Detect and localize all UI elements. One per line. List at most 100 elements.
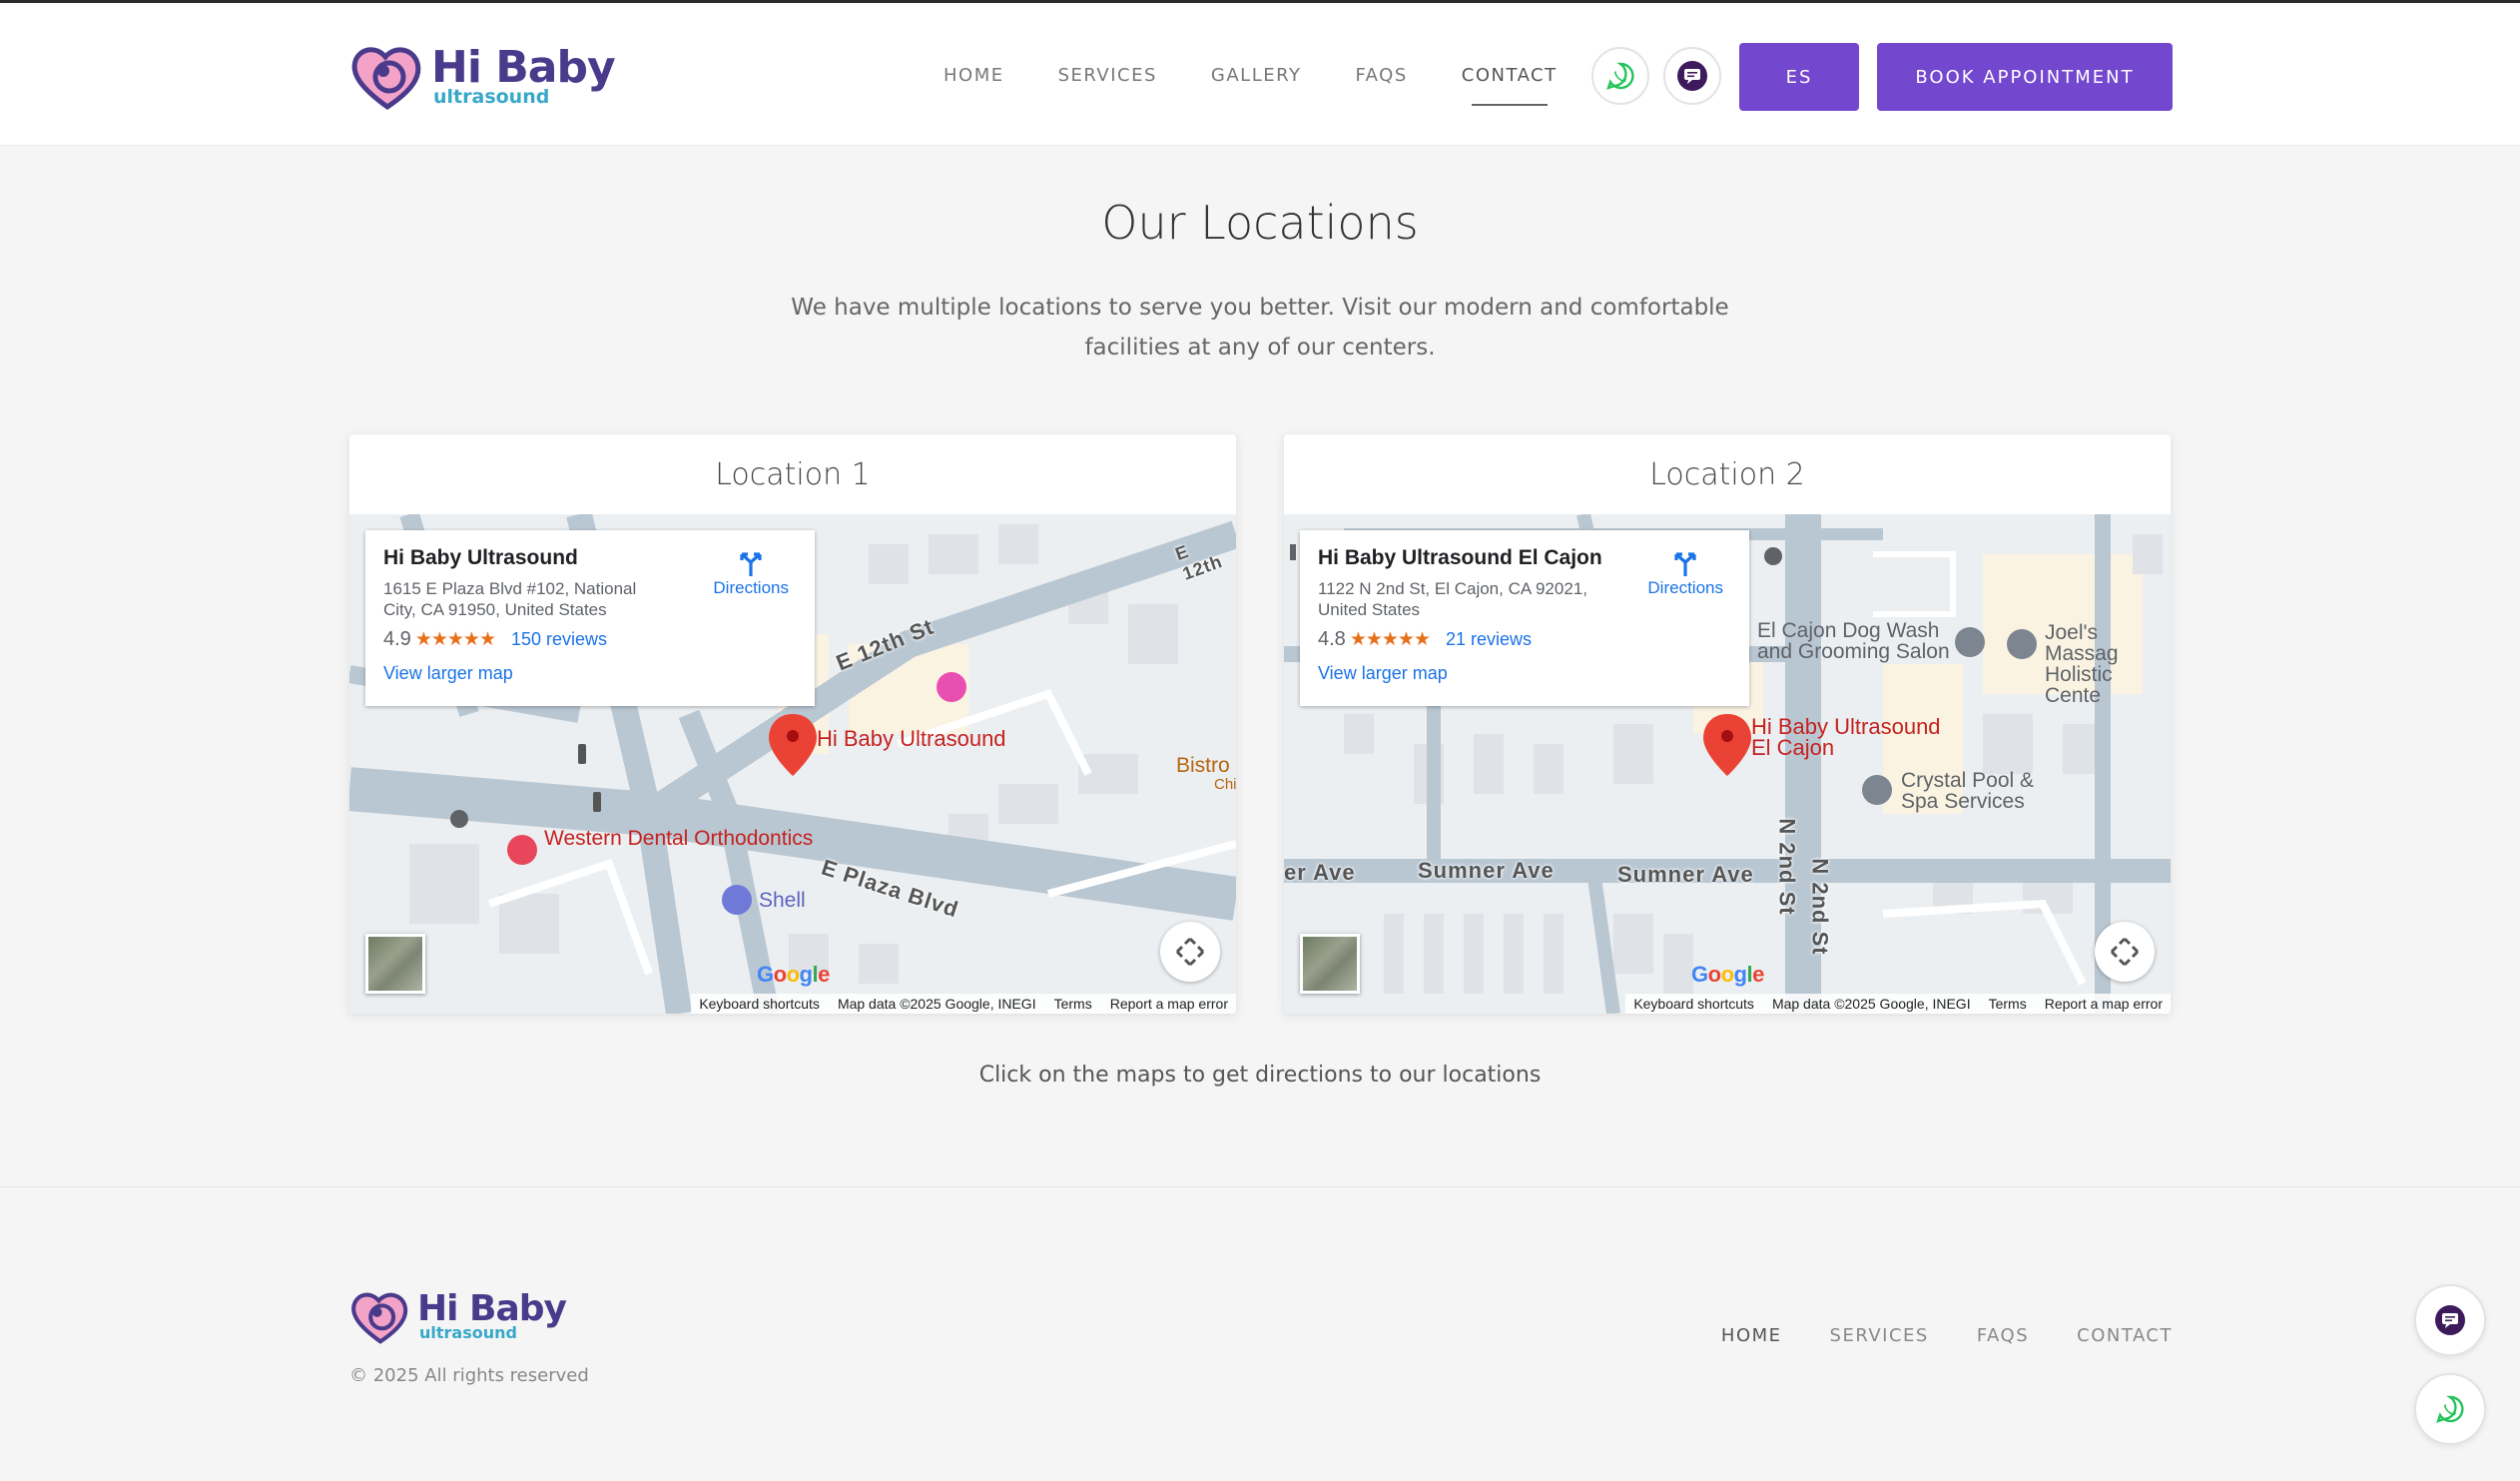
book-appointment-button[interactable]: BOOK APPOINTMENT (1877, 43, 2173, 111)
bus-stop-icon (1764, 547, 1782, 565)
gas-station-icon (722, 885, 752, 915)
directions-button[interactable]: Directions (1647, 548, 1723, 598)
nav-gallery[interactable]: GALLERY (1211, 65, 1302, 86)
logo-title: Hi Baby (431, 41, 616, 93)
road-n-2nd-st: N 2nd St (1807, 858, 1833, 956)
chat-icon (2435, 1305, 2465, 1335)
site-footer: Hi Baby ultrasound © 2025 All rights res… (0, 1186, 2520, 1481)
location-heading: Location 1 (715, 456, 871, 492)
footer-nav-home[interactable]: HOME (1721, 1325, 1782, 1346)
terms-link[interactable]: Terms (1054, 996, 1092, 1012)
rating-stars: ★★★★★ (1349, 629, 1431, 650)
directions-icon (740, 552, 762, 576)
keyboard-shortcuts-link[interactable]: Keyboard shortcuts (1633, 996, 1754, 1012)
nav-home[interactable]: HOME (944, 65, 1004, 86)
footer-logo[interactable]: Hi Baby ultrasound (349, 1287, 567, 1345)
place-joels-massage: Joel's Massag Holistic Cente (2045, 622, 2171, 706)
pet-service-icon (1955, 627, 1985, 657)
place-dog-wash-line-1: El Cajon Dog Wash (1757, 619, 1940, 642)
location-card-2: Location 2 Hi Baby Ultrasound El Cajon E… (1284, 434, 2171, 1014)
traffic-light-icon (593, 792, 601, 812)
fullscreen-button[interactable] (2095, 922, 2155, 982)
whatsapp-button[interactable] (1591, 47, 1649, 105)
footer-nav-faqs[interactable]: FAQS (1977, 1325, 2029, 1346)
place-dog-wash-line-2: and Grooming Salon (1757, 640, 1950, 663)
logo-title: Hi Baby (417, 1288, 567, 1329)
map-data-text: Map data ©2025 Google, INEGI (1771, 996, 1971, 1012)
place-info-card: Hi Baby Ultrasound El Cajon 1122 N 2nd S… (1300, 530, 1749, 706)
road-er-ave: er Ave (1284, 860, 1356, 885)
footer-nav-services[interactable]: SERVICES (1830, 1325, 1929, 1346)
map-embed-2[interactable]: Hi Baby Ultrasound El Cajon El Cajon Dog… (1284, 514, 2171, 1014)
map-attribution: Keyboard shortcuts Map data ©2025 Google… (691, 994, 1236, 1014)
place-chi: Chi (1214, 776, 1236, 793)
traffic-light-icon (578, 744, 586, 764)
place-bistro: Bistro (1176, 754, 1230, 777)
directions-label: Directions (713, 578, 789, 597)
rating-stars: ★★★★★ (414, 629, 496, 650)
google-logo: Google (757, 962, 830, 987)
location-card-1: Location 1 Hi Baby Ultrasound Western De… (349, 434, 1236, 1014)
pool-service-icon (1862, 775, 1892, 805)
rating-value: 4.8 (1318, 628, 1346, 650)
marker-label: Hi Baby Ultrasound El Cajon (1751, 716, 1941, 760)
directions-icon (1674, 552, 1696, 576)
site-header: Hi Baby ultrasound HOME SERVICES GALLERY… (0, 0, 2520, 146)
spa-icon (2007, 629, 2037, 659)
fullscreen-button[interactable] (1160, 922, 1220, 982)
place-joels-line-1: Joel's Massag (2045, 621, 2119, 665)
nav-services[interactable]: SERVICES (1058, 65, 1157, 86)
reviews-link[interactable]: 150 reviews (511, 629, 607, 650)
place-info-card: Hi Baby Ultrasound 1615 E Plaza Blvd #10… (365, 530, 815, 706)
location-heading: Location 2 (1649, 456, 1805, 492)
satellite-toggle[interactable] (1300, 934, 1360, 994)
road-sumner-ave: Sumner Ave (1418, 858, 1555, 883)
language-button[interactable]: ES (1739, 43, 1859, 111)
place-crystal-pool: Crystal Pool & Spa Services (1901, 770, 2034, 812)
satellite-toggle[interactable] (365, 934, 425, 994)
floating-chat-button[interactable] (2414, 1284, 2486, 1356)
whatsapp-icon (1606, 62, 1634, 90)
directions-label: Directions (1647, 578, 1723, 597)
fullscreen-icon (2110, 937, 2140, 967)
report-error-link[interactable]: Report a map error (1110, 996, 1228, 1012)
place-rating: 4.8 ★★★★★ 21 reviews (1318, 628, 1731, 651)
place-crystal-line-1: Crystal Pool & (1901, 769, 2035, 792)
maps-note: Click on the maps to get directions to o… (978, 1063, 1542, 1088)
road-sumner-ave: Sumner Ave (1617, 862, 1754, 887)
place-crystal-line-2: Spa Services (1901, 790, 2025, 813)
whatsapp-icon (2436, 1395, 2464, 1423)
copyright-text: © 2025 All rights reserved (349, 1365, 589, 1386)
hotel-icon (937, 672, 966, 702)
brand-logo[interactable]: Hi Baby ultrasound (349, 41, 616, 111)
place-address: 1615 E Plaza Blvd #102, National City, C… (383, 579, 637, 619)
nav-contact[interactable]: CONTACT (1462, 65, 1558, 106)
fullscreen-icon (1175, 937, 1205, 967)
view-larger-map-link[interactable]: View larger map (383, 663, 797, 684)
main-nav: HOME SERVICES GALLERY FAQS CONTACT (944, 65, 1611, 106)
place-dog-wash: El Cajon Dog Wash and Grooming Salon (1757, 620, 1950, 662)
place-shell: Shell (759, 889, 806, 912)
nav-faqs[interactable]: FAQS (1355, 65, 1407, 86)
footer-nav-contact[interactable]: CONTACT (2077, 1325, 2173, 1346)
place-address: 1122 N 2nd St, El Cajon, CA 92021, Unite… (1318, 579, 1587, 619)
directions-button[interactable]: Directions (713, 548, 789, 598)
marker-label-line-2: El Cajon (1751, 735, 1835, 760)
chat-icon (1677, 61, 1707, 91)
keyboard-shortcuts-link[interactable]: Keyboard shortcuts (699, 996, 820, 1012)
transit-icon (1290, 544, 1296, 560)
dental-icon (507, 835, 537, 865)
terms-link[interactable]: Terms (1989, 996, 2027, 1012)
floating-whatsapp-button[interactable] (2414, 1373, 2486, 1445)
reviews-link[interactable]: 21 reviews (1446, 629, 1532, 650)
chat-button[interactable] (1663, 47, 1721, 105)
bus-stop-icon (450, 810, 468, 828)
page-subtitle: We have multiple locations to serve you … (791, 295, 1729, 361)
view-larger-map-link[interactable]: View larger map (1318, 663, 1731, 684)
report-error-link[interactable]: Report a map error (2045, 996, 2163, 1012)
marker-label: Hi Baby Ultrasound (817, 726, 1006, 751)
logo-heart-icon (349, 1287, 411, 1345)
google-logo: Google (1691, 962, 1764, 987)
road-n-2nd-st: N 2nd St (1774, 818, 1800, 916)
map-embed-1[interactable]: Hi Baby Ultrasound Western Dental Orthod… (349, 514, 1236, 1014)
